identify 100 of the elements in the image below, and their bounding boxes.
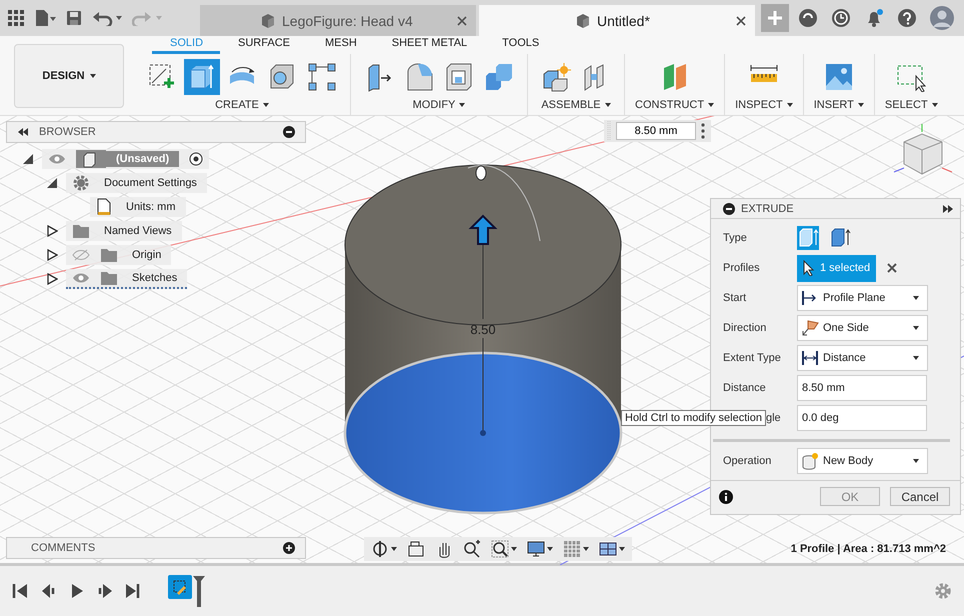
caret-icon bbox=[932, 103, 938, 107]
caret-icon bbox=[583, 547, 589, 551]
collapse-icon[interactable] bbox=[17, 127, 29, 137]
cylinder-drawing[interactable] bbox=[344, 164, 622, 514]
avatar-icon[interactable] bbox=[930, 6, 954, 30]
minimize-icon[interactable] bbox=[723, 202, 735, 214]
status-text: 1 Profile | Area : 81.713 mm^2 bbox=[790, 543, 946, 555]
thin-extrude-icon bbox=[830, 227, 852, 247]
expand-toggle-icon[interactable] bbox=[46, 249, 58, 261]
tree-item[interactable]: Document Settings bbox=[66, 173, 207, 193]
ribbon-tab[interactable]: MESH bbox=[306, 37, 374, 54]
expand-toggle-icon[interactable] bbox=[46, 225, 58, 237]
next-icon[interactable] bbox=[96, 582, 114, 600]
tree-item[interactable]: Origin bbox=[66, 245, 172, 265]
new-component-icon bbox=[541, 62, 571, 92]
offline-icon[interactable] bbox=[798, 8, 818, 28]
save-icon[interactable] bbox=[66, 10, 82, 26]
caret-icon bbox=[391, 547, 397, 551]
workspace-button[interactable]: DESIGN bbox=[14, 44, 124, 108]
caret-icon bbox=[459, 103, 466, 107]
group-menu-button[interactable]: CREATE bbox=[215, 99, 269, 115]
pointer-icon bbox=[803, 260, 815, 276]
document-tab[interactable]: LegoFigure: Head v4 bbox=[200, 5, 476, 36]
ribbon-tab[interactable]: SHEET METAL bbox=[374, 37, 484, 54]
solid-extrude-icon bbox=[798, 227, 820, 247]
app-grid-icon[interactable] bbox=[8, 10, 24, 26]
field-label: Extent Type bbox=[723, 352, 782, 364]
new-body-icon bbox=[801, 452, 819, 470]
minimize-icon[interactable] bbox=[283, 126, 295, 138]
group-menu-button[interactable]: MODIFY bbox=[412, 99, 466, 115]
more-icon[interactable] bbox=[701, 123, 705, 139]
close-icon[interactable] bbox=[735, 14, 747, 26]
active-target-icon[interactable] bbox=[189, 152, 204, 166]
arrow-handle-icon[interactable] bbox=[468, 214, 498, 245]
caret-icon bbox=[511, 547, 517, 551]
group-menu-button[interactable]: SELECT bbox=[884, 99, 938, 115]
camera-icon bbox=[407, 540, 425, 558]
tree-item[interactable]: Sketches bbox=[66, 269, 188, 289]
tree-item[interactable]: (Unsaved) bbox=[42, 149, 210, 169]
expand-toggle-icon[interactable] bbox=[46, 177, 58, 189]
field-label: Direction bbox=[723, 322, 768, 334]
viewport-canvas[interactable] bbox=[0, 116, 964, 565]
sketch-folder-icon bbox=[100, 269, 118, 287]
caret-icon bbox=[604, 103, 611, 107]
group-menu-button[interactable]: INSERT bbox=[814, 99, 864, 115]
group-menu-button[interactable]: INSPECT bbox=[735, 99, 793, 115]
tab-title: LegoFigure: Head v4 bbox=[282, 12, 414, 28]
tooltip: Hold Ctrl to modify selection bbox=[621, 410, 766, 426]
caret-icon bbox=[913, 459, 919, 463]
dialog-title: EXTRUDE bbox=[741, 202, 795, 214]
caret-icon bbox=[708, 103, 714, 107]
field-label: Operation bbox=[723, 455, 772, 467]
caret-icon bbox=[619, 547, 625, 551]
text-input[interactable]: 0.0 deg bbox=[797, 405, 927, 431]
help-icon[interactable] bbox=[897, 8, 917, 28]
gear-icon bbox=[72, 174, 90, 192]
expand-toggle-icon[interactable] bbox=[46, 273, 58, 285]
expand-icon[interactable] bbox=[942, 204, 954, 214]
file-icon[interactable] bbox=[34, 9, 56, 27]
cube-icon bbox=[260, 12, 276, 28]
field-label: gle bbox=[766, 412, 782, 424]
caret-icon bbox=[262, 103, 269, 107]
fit-zoom-icon bbox=[491, 540, 509, 558]
caret-icon bbox=[90, 74, 96, 78]
ribbon-tab[interactable]: TOOLS bbox=[484, 37, 556, 54]
add-comment-icon[interactable] bbox=[283, 542, 295, 554]
close-icon[interactable] bbox=[456, 14, 468, 26]
dropdown[interactable]: Distance bbox=[797, 345, 928, 371]
undo-icon[interactable] bbox=[92, 10, 122, 26]
tree-item[interactable]: Named Views bbox=[66, 221, 182, 241]
cubes-icon bbox=[484, 62, 514, 92]
document-tab[interactable]: Untitled* bbox=[479, 5, 755, 36]
ribbon-tab[interactable]: SURFACE bbox=[220, 37, 307, 54]
pattern-icon bbox=[307, 62, 337, 92]
tree-item[interactable]: Units: mm bbox=[90, 197, 186, 217]
shell-icon bbox=[444, 62, 474, 92]
dimension-input[interactable]: 8.50 mm bbox=[616, 122, 696, 140]
group-menu-button[interactable]: CONSTRUCT bbox=[635, 99, 714, 115]
flag-icon bbox=[801, 319, 819, 337]
expand-toggle-icon[interactable] bbox=[22, 153, 34, 165]
last-icon[interactable] bbox=[124, 582, 142, 600]
folder-icon bbox=[72, 222, 90, 240]
dropdown[interactable]: New Body bbox=[797, 448, 928, 474]
tab-title: Untitled* bbox=[597, 12, 651, 28]
eye-icon[interactable] bbox=[48, 153, 66, 165]
clock-icon[interactable] bbox=[831, 8, 851, 28]
dialog-button[interactable]: Cancel bbox=[890, 487, 950, 506]
units-document-icon bbox=[96, 198, 112, 216]
group-menu-button[interactable]: ASSEMBLE bbox=[541, 99, 611, 115]
text-input[interactable]: 8.50 mm bbox=[797, 375, 927, 401]
dropdown[interactable]: Profile Plane bbox=[797, 285, 928, 311]
first-icon[interactable] bbox=[12, 582, 30, 600]
timeline-marker-icon[interactable] bbox=[192, 575, 206, 607]
info-icon[interactable] bbox=[719, 490, 733, 504]
sketch-feature-icon[interactable] bbox=[168, 575, 192, 599]
field-label: Start bbox=[723, 292, 748, 304]
viewports-icon bbox=[599, 540, 617, 558]
dropdown[interactable]: One Side bbox=[797, 315, 928, 341]
eye-icon[interactable] bbox=[72, 272, 90, 284]
clear-icon[interactable] bbox=[886, 262, 898, 274]
